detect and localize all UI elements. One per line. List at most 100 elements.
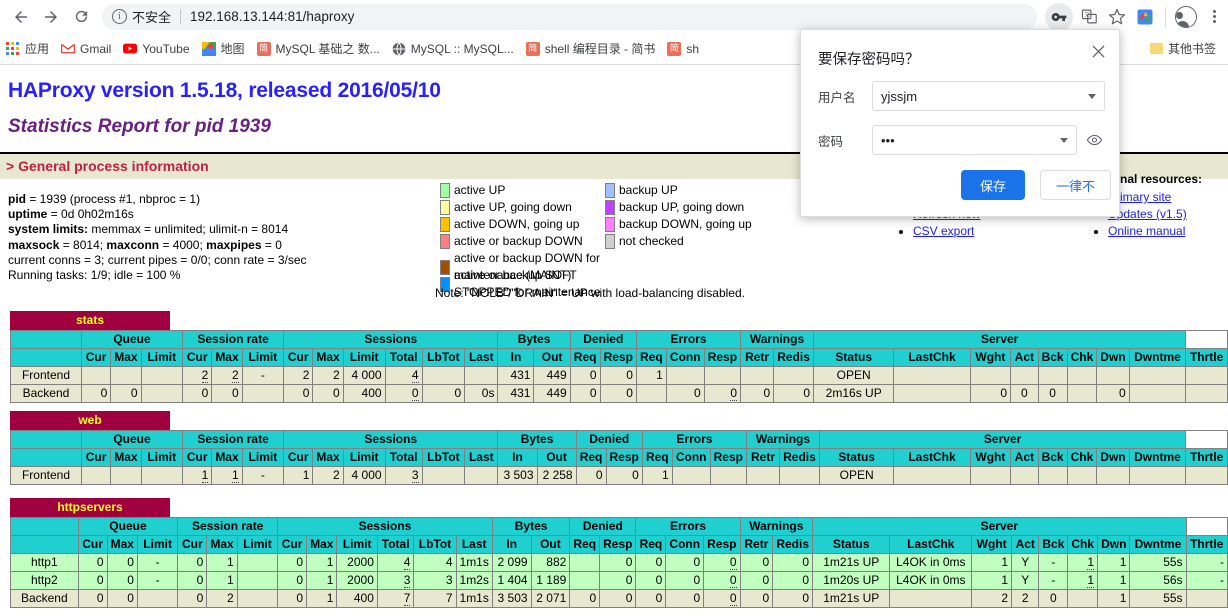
table-cell [890, 590, 972, 608]
chrome-menu-icon [1213, 10, 1216, 23]
table-cell: 2 [207, 590, 237, 608]
password-label: 密码 [818, 131, 872, 150]
column-header: Limit [237, 536, 277, 554]
password-key-button[interactable] [1045, 3, 1073, 31]
column-header: Chk [1067, 349, 1097, 367]
table-cell: 0 [178, 590, 207, 608]
table-cell: 2 071 [531, 590, 570, 608]
table-cell: 0 [107, 590, 137, 608]
address-bar[interactable]: i 不安全 192.168.13.144:81/haproxy [102, 4, 1037, 30]
bookmark-mysql-site[interactable]: MySQL :: MySQL... [386, 37, 520, 61]
back-arrow-icon [12, 8, 30, 26]
table-cell: 2 [212, 367, 242, 385]
table-cell [81, 467, 110, 485]
table-cell: 0 [422, 385, 465, 403]
bookmark-apps[interactable]: 应用 [0, 37, 55, 61]
table-cell [1129, 367, 1186, 385]
link-online-manual[interactable]: Online manual [1108, 224, 1185, 238]
column-group-header: Errors [636, 518, 740, 536]
process-info-text: = 0 [262, 238, 282, 252]
chrome-menu-button[interactable] [1200, 3, 1228, 31]
column-group-header: Bytes [498, 431, 576, 449]
table-cell: 1m21s UP [813, 590, 890, 608]
username-label: 用户名 [818, 87, 872, 106]
profile-button[interactable] [1172, 3, 1200, 31]
username-field[interactable]: yjssjm [872, 81, 1105, 111]
bookmark-gmail[interactable]: Gmail [55, 37, 117, 61]
stats-table-web: QueueSession rateSessionsBytesDeniedErro… [10, 430, 1228, 485]
forward-button[interactable] [36, 2, 66, 32]
table-cell: 0 [1011, 385, 1038, 403]
column-header: Limit [242, 349, 283, 367]
column-header: Wght [972, 536, 1012, 554]
proxy-title-web: web [10, 411, 170, 430]
stats-table-httpservers: QueueSession rateSessionsBytesDeniedErro… [10, 517, 1228, 608]
table-cell: Y [1012, 572, 1039, 590]
table-cell [141, 467, 182, 485]
legend-swatch [605, 200, 615, 215]
table-cell: 0 [1097, 385, 1129, 403]
table-cell [137, 590, 177, 608]
table-cell: 2 099 [492, 554, 531, 572]
eye-icon[interactable] [1086, 134, 1103, 146]
table-cell: 0 [773, 572, 813, 590]
table-row: Frontend11-124 00033 5032 258001OPEN [11, 467, 1228, 485]
legend-row: active DOWN, going upbackup DOWN, going … [440, 216, 752, 233]
legend-note: Note: "NOLB"/"DRAIN" = UP with load-bala… [435, 285, 752, 302]
table-cell: 0 [666, 554, 704, 572]
reload-button[interactable] [66, 2, 96, 32]
save-button[interactable]: 保存 [961, 170, 1025, 200]
translate-button[interactable]: 文 [1075, 3, 1103, 31]
never-button[interactable]: 一律不 [1040, 170, 1111, 200]
profile-avatar-icon [1175, 6, 1197, 28]
table-cell [570, 554, 600, 572]
bookmark-shell-dir[interactable]: 简 shell 编程目录 - 简书 [520, 37, 662, 61]
process-info-line: system limits: memmax = unlimited; ulimi… [8, 222, 307, 237]
bookmark-youtube[interactable]: YouTube [117, 37, 195, 61]
column-header [11, 536, 79, 554]
link-csv-export[interactable]: CSV export [913, 224, 974, 238]
bookmark-maps[interactable]: 地图 [196, 37, 251, 61]
site-info-icon[interactable]: i [112, 9, 127, 24]
password-field[interactable]: ••• [872, 125, 1077, 155]
close-icon[interactable] [1087, 40, 1109, 62]
column-group-header: Session rate [183, 331, 284, 349]
table-cell [111, 467, 141, 485]
table-cell [1097, 467, 1129, 485]
bookmark-star-button[interactable] [1103, 3, 1131, 31]
table-cell: 0 [183, 385, 212, 403]
column-header: Out [534, 349, 570, 367]
back-button[interactable] [6, 2, 36, 32]
table-cell: 1m1s [456, 554, 492, 572]
proxy-section-web: webQueueSession rateSessionsBytesDeniedE… [0, 411, 1228, 485]
table-cell: OPEN [819, 467, 893, 485]
column-header: Max [107, 536, 137, 554]
bookmark-shell-partial[interactable]: 简 sh [661, 37, 705, 61]
general-info-header[interactable]: > General process information [6, 158, 209, 174]
table-cell: 0 [666, 590, 704, 608]
globe-icon [392, 42, 406, 56]
process-info-text: = 1939 (process #1, nbproc = 1) [26, 192, 200, 206]
bookmark-mysql-basics[interactable]: 简 MySQL 基础之 数... [251, 37, 386, 61]
other-bookmarks-button[interactable]: 其他书签 [1144, 37, 1222, 61]
column-header [11, 349, 82, 367]
bookmark-star-icon [1108, 8, 1126, 26]
extension-icon[interactable] [1131, 3, 1159, 31]
table-cell: - [1186, 572, 1227, 590]
column-header: Dwn [1097, 449, 1129, 467]
table-cell: 0 [636, 554, 666, 572]
table-cell: 4 000 [343, 367, 385, 385]
legend-row: active or backup SOFT STOPPED for mainte… [440, 267, 752, 284]
proxy-section-httpservers: httpserversQueueSession rateSessionsByte… [0, 498, 1228, 608]
table-cell [1186, 590, 1227, 608]
username-row: 用户名 yjssjm [818, 81, 1105, 111]
legend-entry: active or backup DOWN [440, 233, 605, 250]
password-value: ••• [881, 133, 1060, 148]
table-row: Frontend22-224 0004431449001OPEN [11, 367, 1228, 385]
table-cell: L4OK in 0ms [890, 572, 972, 590]
jianshu-icon: 简 [257, 42, 271, 56]
column-header: Status [813, 536, 890, 554]
legend-swatch [605, 234, 615, 249]
column-group-header: Session rate [178, 518, 278, 536]
process-info-key: pid [8, 192, 26, 206]
